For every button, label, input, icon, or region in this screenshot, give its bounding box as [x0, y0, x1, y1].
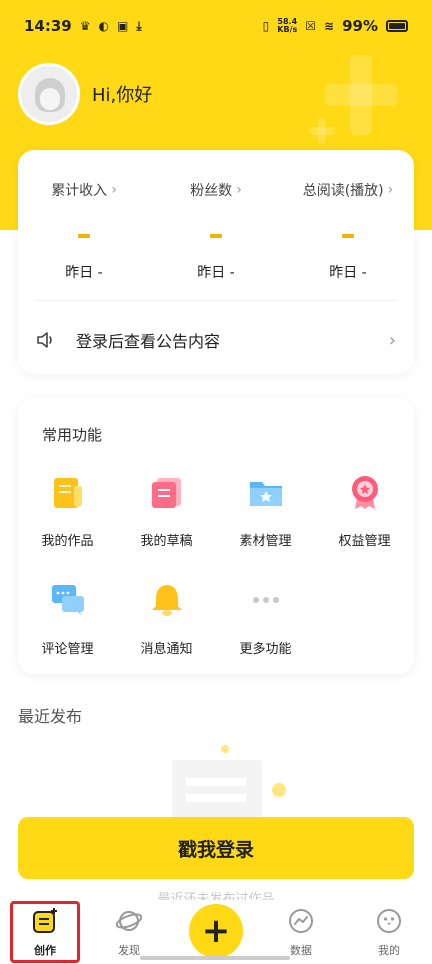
- penguin-icon: [377, 909, 401, 933]
- notice-row[interactable]: 登录后查看公告内容 ›: [36, 322, 396, 358]
- stat-fans[interactable]: 粉丝数 › 昨日 -: [150, 180, 282, 282]
- play-icon: ▣: [117, 19, 129, 33]
- login-button[interactable]: 戳我登录: [18, 817, 414, 879]
- stat-income[interactable]: 累计收入 › 昨日 -: [18, 180, 150, 282]
- tab-discover[interactable]: 发现: [94, 908, 164, 958]
- function-my-works[interactable]: 我的作品: [18, 474, 117, 549]
- penguin-avatar-belly: [40, 88, 60, 110]
- section-title: 常用功能: [42, 426, 103, 444]
- crown-icon: ♛: [79, 19, 91, 33]
- function-notifications[interactable]: 消息通知: [117, 582, 216, 657]
- greeting: Hi,你好: [92, 85, 153, 106]
- stats-card: 累计收入 › 昨日 - 粉丝数 › 昨日 - 总阅读(播放) › 昨日 - 登录后查看…: [18, 150, 414, 374]
- decor-plus: [309, 127, 335, 135]
- stat-yesterday: 昨日 -: [329, 265, 367, 281]
- wifi-icon: ≋: [324, 19, 335, 33]
- medal-icon: [351, 476, 378, 509]
- stat-value-placeholder: [210, 234, 222, 238]
- common-functions-card: 常用功能 我的作品 我的草稿 素材管理 权益管理 评论管理 消息通知 更多功能: [18, 398, 414, 674]
- function-label: 评论管理: [41, 642, 94, 657]
- status-bar: 14:39 ♛ ◐ ▣ ⤓ ▯ 58.4 KB/s ☒ ≋ 99%: [0, 0, 432, 52]
- illus-bar: [186, 794, 246, 802]
- decor-dot: [221, 745, 229, 753]
- divider: [36, 300, 396, 301]
- stat-title: 累计收入: [51, 183, 108, 199]
- function-more[interactable]: 更多功能: [216, 582, 315, 657]
- stat-reads[interactable]: 总阅读(播放) › 昨日 -: [282, 180, 414, 282]
- works-icon: [53, 478, 82, 508]
- battery-icon: [386, 20, 408, 32]
- function-label: 更多功能: [239, 642, 292, 657]
- bell-icon: [151, 585, 182, 616]
- decor-dot: [272, 783, 286, 797]
- function-label: 权益管理: [338, 534, 391, 549]
- tab-label: 我的: [378, 944, 400, 957]
- app-icon: ◐: [98, 19, 109, 33]
- publish-plus-button[interactable]: +: [189, 904, 243, 958]
- chevron-right-icon: ›: [236, 182, 242, 198]
- chart-icon: [289, 909, 313, 933]
- planet-icon: [115, 911, 143, 931]
- function-rights[interactable]: 权益管理: [315, 474, 414, 549]
- stat-title: 粉丝数: [190, 183, 233, 199]
- clock: 14:39: [24, 17, 72, 35]
- net-speed-unit: KB/s: [277, 25, 298, 34]
- comment-icon: [51, 585, 84, 616]
- stat-yesterday: 昨日 -: [197, 265, 235, 281]
- plus-icon: +: [201, 911, 231, 951]
- speaker-icon: [37, 332, 52, 348]
- battery-percent: 99%: [342, 17, 378, 35]
- function-materials[interactable]: 素材管理: [216, 474, 315, 549]
- profile-header[interactable]: Hi,你好: [18, 63, 152, 125]
- chevron-right-icon: ›: [387, 182, 394, 198]
- stat-yesterday: 昨日 -: [65, 265, 103, 281]
- download-icon: ⤓: [136, 18, 142, 33]
- function-label: 素材管理: [239, 534, 292, 549]
- vibrate-icon: ▯: [262, 19, 270, 33]
- net-speed: 58.4 KB/s: [277, 18, 297, 34]
- more-icon: [252, 597, 279, 603]
- notice-text: 登录后查看公告内容: [76, 332, 221, 351]
- folder-icon: [249, 482, 282, 506]
- empty-state-illustration: [172, 760, 262, 820]
- function-label: 消息通知: [140, 642, 193, 657]
- home-indicator: [140, 956, 290, 960]
- function-label: 我的草稿: [140, 534, 193, 549]
- function-label: 我的作品: [41, 534, 94, 549]
- stat-value-placeholder: [342, 234, 354, 238]
- sim-off-icon: ☒: [305, 19, 317, 33]
- tab-create-highlight: [10, 901, 80, 963]
- stat-value-placeholder: [78, 234, 90, 238]
- decor-plus: [325, 84, 397, 106]
- chevron-right-icon: ›: [388, 329, 396, 351]
- chevron-right-icon: ›: [111, 182, 117, 198]
- function-my-drafts[interactable]: 我的草稿: [117, 474, 216, 549]
- illus-bar: [186, 778, 246, 786]
- avatar[interactable]: [18, 63, 80, 125]
- tab-mine[interactable]: 我的: [354, 908, 424, 958]
- function-comments[interactable]: 评论管理: [18, 582, 117, 657]
- drafts-icon: [151, 478, 181, 508]
- tab-data[interactable]: 数据: [266, 908, 336, 958]
- stat-title: 总阅读(播放): [302, 183, 384, 199]
- recent-section-title: 最近发布: [18, 707, 83, 726]
